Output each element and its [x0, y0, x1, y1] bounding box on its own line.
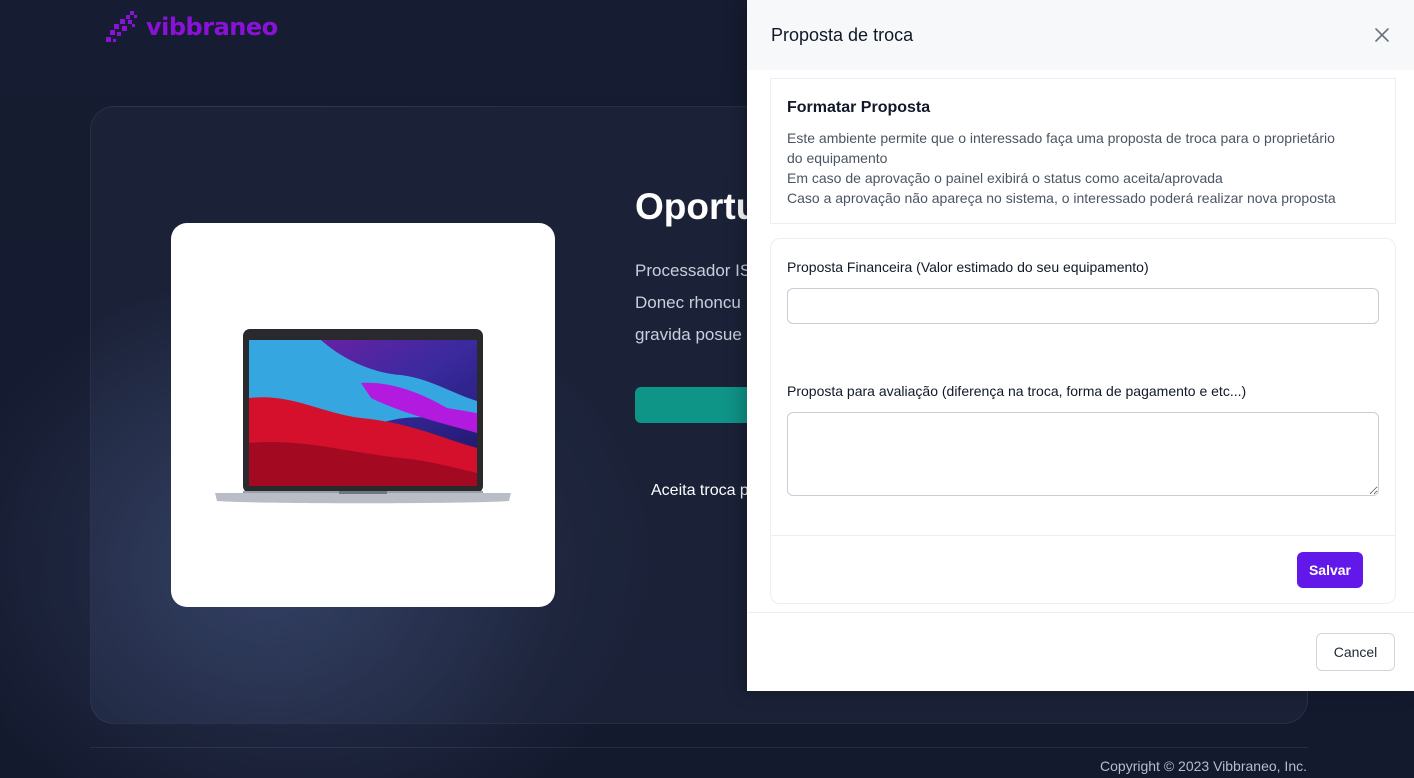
hero-description-line: Donec rhoncu	[635, 293, 741, 312]
info-line: do equipamento	[787, 150, 888, 166]
laptop-illustration	[215, 329, 511, 504]
brand-logo[interactable]: vibbraneo	[104, 8, 278, 46]
hero-action-button[interactable]	[635, 387, 747, 423]
info-line: Este ambiente permite que o interessado …	[787, 130, 1335, 146]
save-button[interactable]: Salvar	[1297, 552, 1363, 588]
pixel-arrow-logo-icon	[106, 11, 137, 42]
proposal-info-box: Formatar Proposta Este ambiente permite …	[770, 78, 1396, 224]
financial-proposal-label: Proposta Financeira (Valor estimado do s…	[787, 259, 1149, 275]
product-image	[171, 223, 555, 607]
info-line: Caso a aprovação não apareça no sistema,…	[787, 190, 1336, 206]
info-line: Em caso de aprovação o painel exibirá o …	[787, 170, 1223, 186]
close-icon[interactable]	[1372, 25, 1392, 45]
drawer-footer-divider	[747, 612, 1414, 613]
trade-proposal-drawer: Proposta de troca Formatar Proposta Este…	[747, 0, 1414, 691]
brand-name: vibbraneo	[146, 13, 278, 41]
hero-description: Processador IS Donec rhoncu gravida posu…	[635, 255, 747, 351]
proposal-form: Proposta Financeira (Valor estimado do s…	[770, 238, 1396, 604]
hero-title: Oportu	[635, 186, 759, 227]
info-title: Formatar Proposta	[787, 99, 931, 116]
form-divider	[771, 535, 1395, 536]
hero-trade-note: Aceita troca p	[651, 482, 747, 499]
drawer-title: Proposta de troca	[771, 24, 914, 45]
hero-description-line: gravida posue	[635, 325, 742, 344]
hero-description-line: Processador IS	[635, 261, 747, 280]
evaluation-proposal-label: Proposta para avaliação (diferença na tr…	[787, 383, 1247, 399]
cancel-button[interactable]: Cancel	[1316, 633, 1395, 671]
evaluation-proposal-textarea[interactable]	[787, 412, 1379, 496]
footer-divider	[90, 747, 1308, 748]
footer-copyright: Copyright © 2023 Vibbraneo, Inc.	[1100, 758, 1307, 774]
drawer-header: Proposta de troca	[747, 0, 1414, 70]
financial-proposal-input[interactable]	[787, 288, 1379, 324]
